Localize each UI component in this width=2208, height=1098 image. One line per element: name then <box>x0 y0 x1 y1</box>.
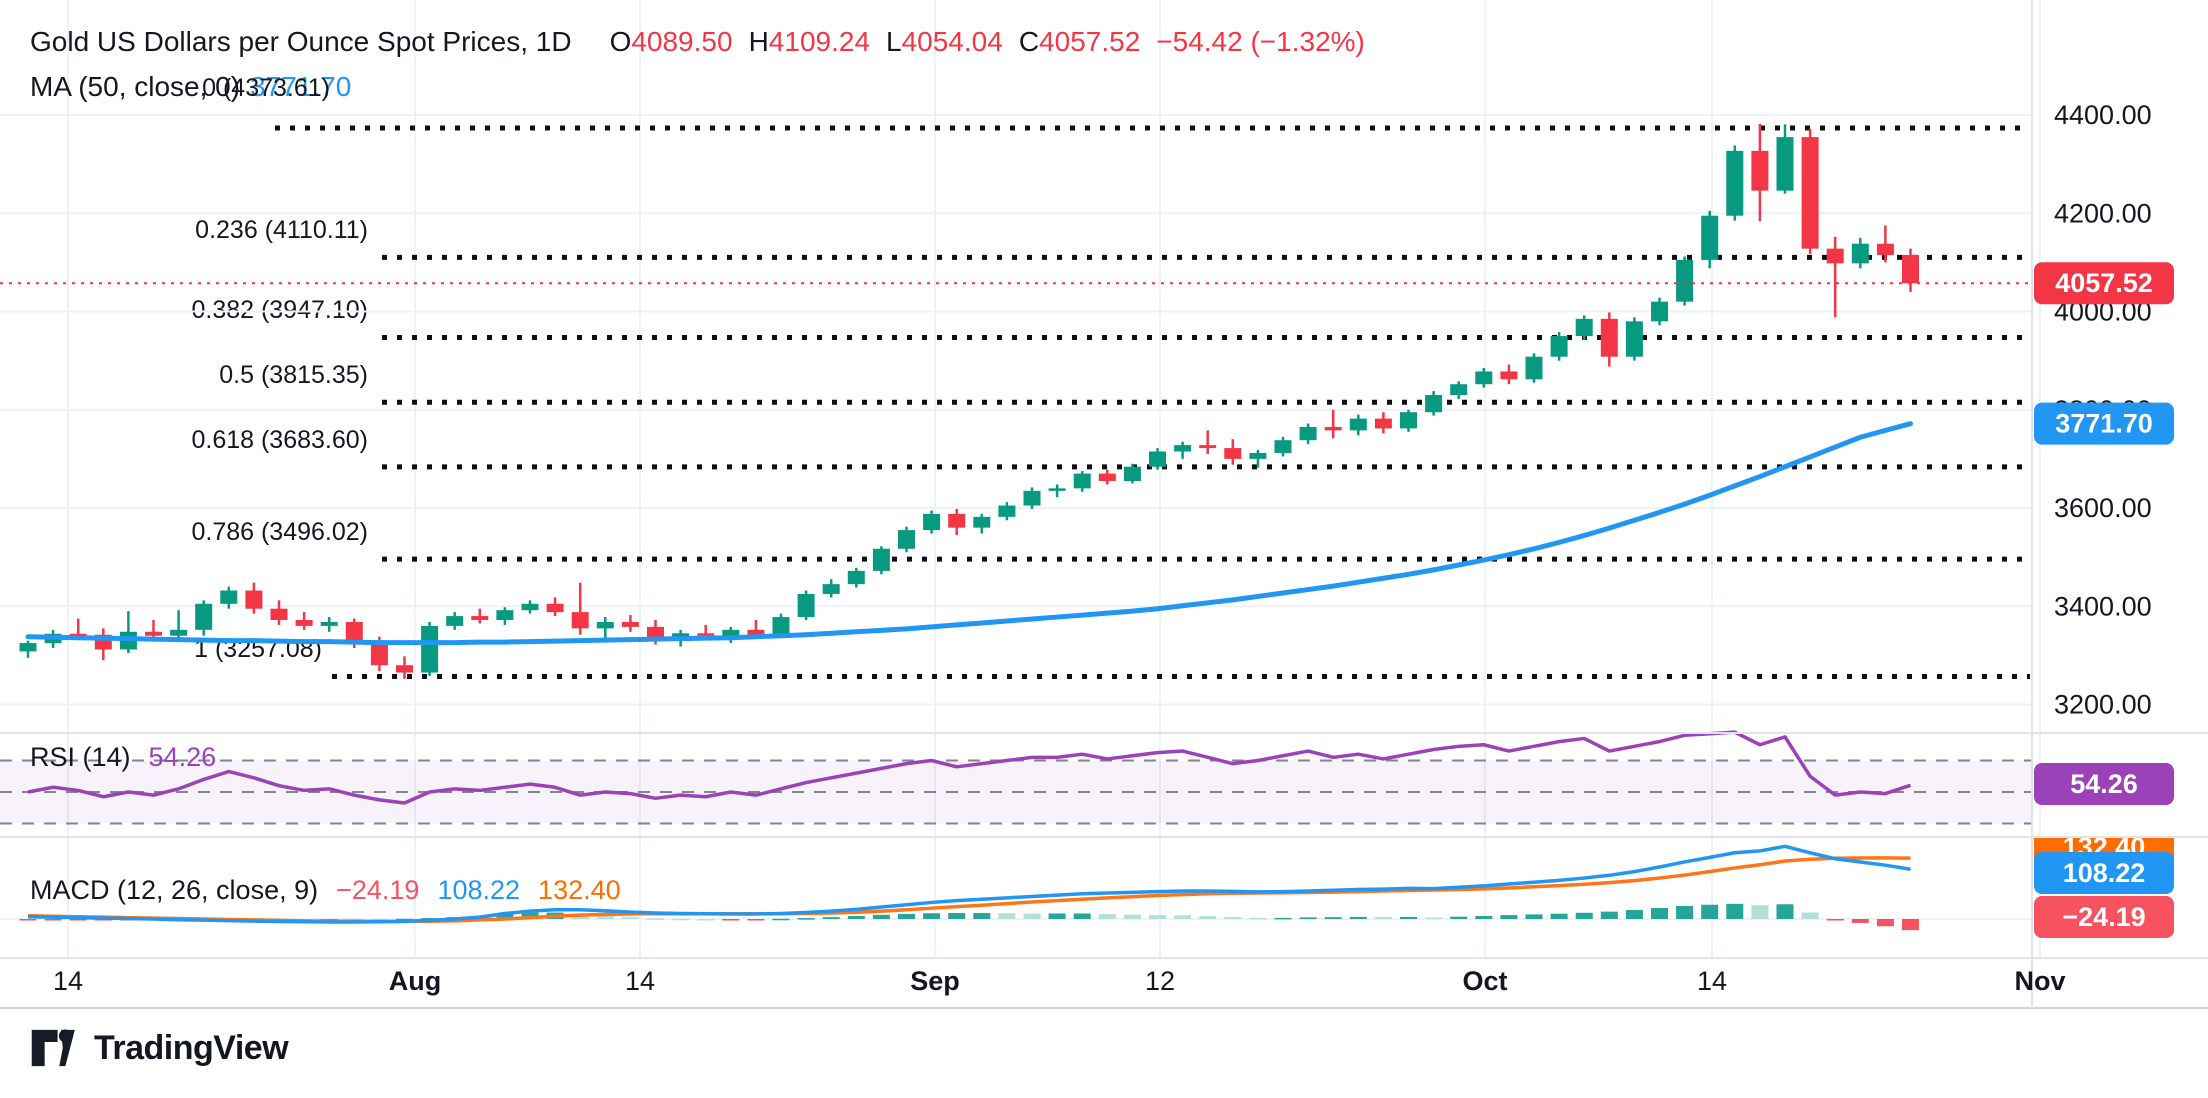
chart-canvas[interactable]: 4400.004200.004000.003800.003600.003400.… <box>0 0 2208 1098</box>
high-value: 4109.24 <box>768 26 871 57</box>
low-label: L <box>886 26 902 57</box>
svg-text:3771.70: 3771.70 <box>2055 409 2153 439</box>
macd-legend-row: MACD (12, 26, close, 9) −24.19 108.22 132.4… <box>30 875 621 905</box>
price-axis-label: 3400.00 <box>2054 591 2152 621</box>
price-axis-label: 4400.00 <box>2054 100 2152 130</box>
fib-retracement-lines[interactable] <box>275 125 2030 679</box>
symbol-title[interactable]: Gold US Dollars per Ounce Spot Prices, 1… <box>30 26 572 57</box>
fib-level-label-0: 0 (4373.61) <box>202 74 330 102</box>
close-value: 4057.52 <box>1039 26 1141 57</box>
tradingview-brand-text: TradingView <box>94 1028 289 1067</box>
svg-text:−24.19: −24.19 <box>2062 902 2145 932</box>
rsi-value: 54.26 <box>148 742 217 772</box>
time-label-aug14: 14 <box>624 966 656 996</box>
ma50-line[interactable] <box>25 421 1913 646</box>
symbol-legend-row: Gold US Dollars per Ounce Spot Prices, 1… <box>30 24 1365 60</box>
macd-indicator-title[interactable]: MACD (12, 26, close, 9) <box>30 875 318 905</box>
price-axis-label: 3200.00 <box>2054 690 2152 720</box>
time-label-sep: Sep <box>910 966 960 996</box>
macd-signal-value: 132.40 <box>538 875 621 905</box>
tradingview-logo-icon <box>31 1029 75 1067</box>
ma-price-badge: 3771.70 <box>2034 402 2174 445</box>
macd-value-badge: 108.22 <box>2034 852 2174 894</box>
change-value: −54.42 (−1.32%) <box>1156 26 1365 57</box>
time-label-jul14: 14 <box>52 966 84 996</box>
high-label: H <box>748 26 769 57</box>
time-label-oct14: 14 <box>1696 966 1728 996</box>
time-label-aug: Aug <box>388 966 442 996</box>
macd-histogram-value: −24.19 <box>336 875 420 905</box>
svg-text:4057.52: 4057.52 <box>2055 268 2153 298</box>
price-axis-label: 4200.00 <box>2054 198 2152 228</box>
time-label-nov: Nov <box>2014 966 2066 996</box>
svg-text:108.22: 108.22 <box>2063 858 2146 888</box>
tradingview-chart-window: 4400.004200.004000.003800.003600.003400.… <box>0 0 2208 1098</box>
macd-histogram <box>19 903 1919 931</box>
time-axis[interactable]: 14 Aug 14 Sep 12 Oct 14 Nov <box>0 960 2208 1008</box>
time-label-oct: Oct <box>1462 966 1508 996</box>
rsi-value-badge: 54.26 <box>2034 763 2174 805</box>
time-label-sep12: 12 <box>1144 966 1176 996</box>
tradingview-attribution[interactable]: TradingView <box>30 1026 289 1070</box>
price-axis-label: 3600.00 <box>2054 493 2152 523</box>
last-price-badge: 4057.52 <box>2034 262 2174 305</box>
close-label: C <box>1018 26 1040 57</box>
low-value: 4054.04 <box>901 26 1003 57</box>
histogram-value-badge: −24.19 <box>2034 896 2174 938</box>
rsi-legend-row: RSI (14) 54.26 <box>30 742 216 772</box>
open-label: O <box>609 26 632 57</box>
macd-line-value: 108.22 <box>437 875 521 905</box>
svg-text:54.26: 54.26 <box>2070 769 2138 799</box>
open-value: 4089.50 <box>631 26 733 57</box>
rsi-indicator-title[interactable]: RSI (14) <box>30 742 131 772</box>
